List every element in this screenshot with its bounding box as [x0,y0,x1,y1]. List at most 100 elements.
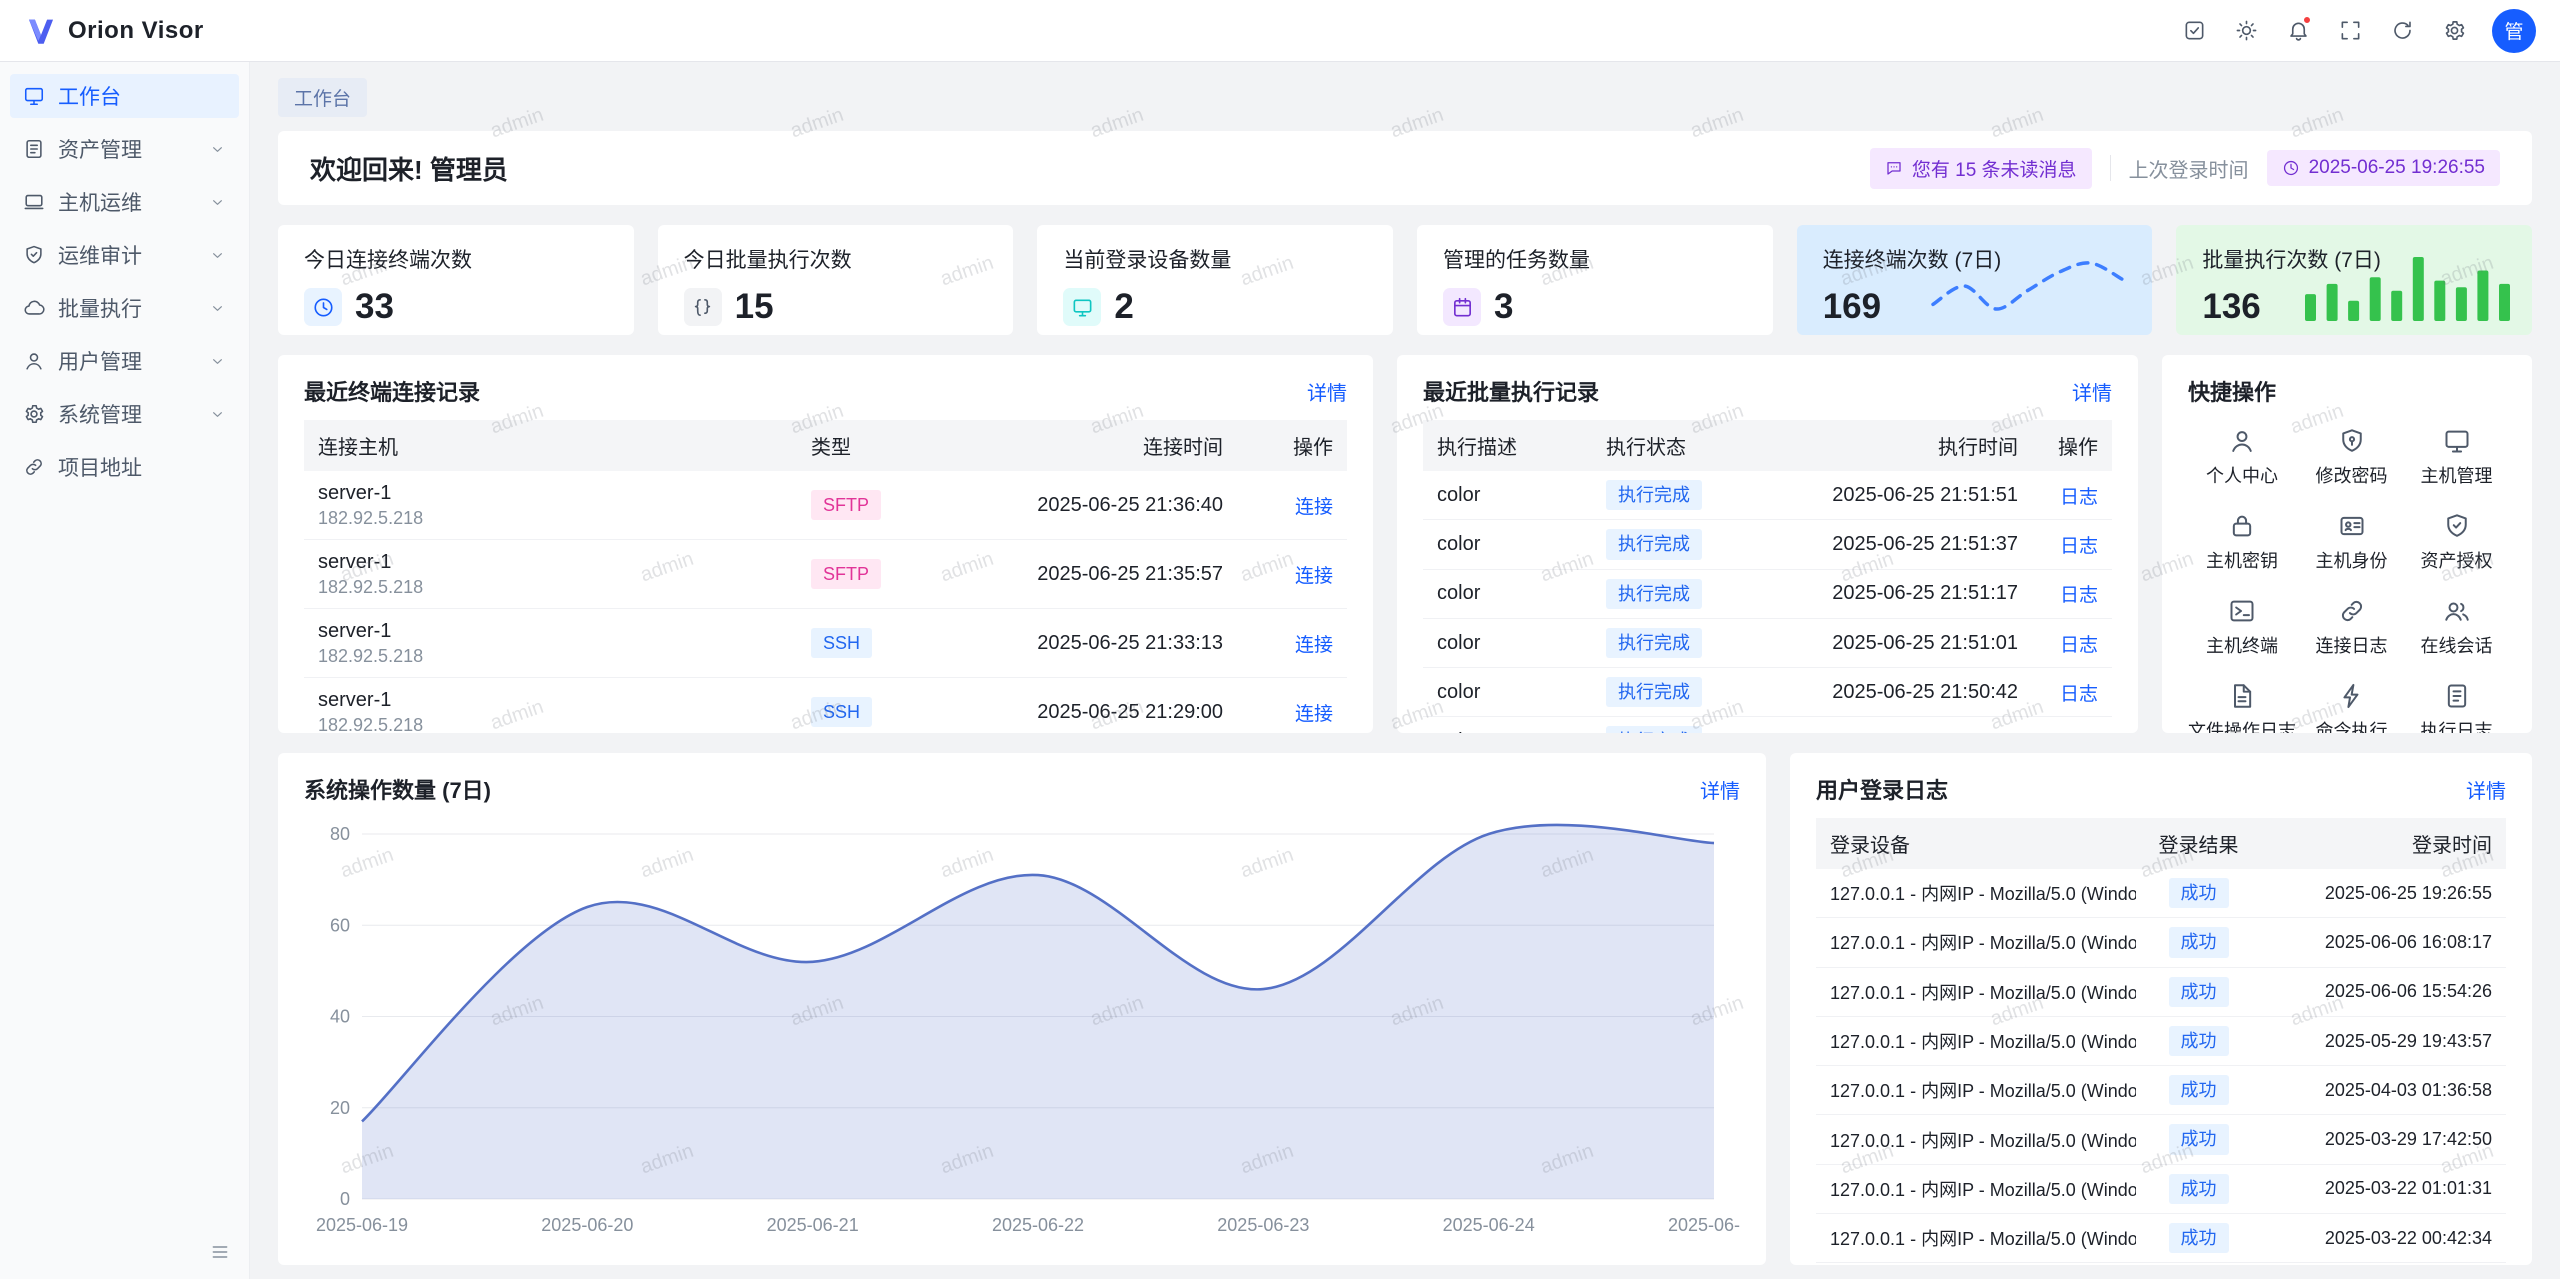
login-logs-card: 用户登录日志 详情 登录设备登录结果登录时间127.0.0.1 - 内网IP -… [1790,753,2532,1265]
login-log-row: 127.0.0.1 - 内网IP - Mozilla/5.0 (Windows … [1816,869,2506,918]
stat-card: 管理的任务数量3 [1417,225,1773,335]
execution-description: color [1423,569,1592,618]
mid-row: 最近终端连接记录 详情 连接主机类型连接时间操作server-1182.92.5… [278,355,2532,733]
login-log-row: 127.0.0.1 - 内网IP - Mozilla/5.0 (Windows … [1816,1263,2506,1265]
users-icon [2443,597,2471,625]
column-header: 执行状态 [1592,420,1752,471]
host-name: server-1 [318,618,783,644]
user-avatar[interactable]: 管 [2492,9,2536,53]
quick-action-file-operation-logs[interactable]: 文件操作日志 [2188,678,2296,733]
connect-link[interactable]: 连接 [1295,497,1333,518]
log-link[interactable]: 日志 [2060,684,2098,705]
fullscreen-icon [2339,19,2362,42]
collapse-sidebar-button[interactable] [205,1237,235,1267]
column-header: 操作 [2032,420,2112,471]
breadcrumb: 工作台 [278,78,2532,117]
card-title: 用户登录日志 [1816,773,1948,805]
quick-action-connection-logs[interactable]: 连接日志 [2302,593,2401,662]
quick-action-host-keys[interactable]: 主机密钥 [2188,508,2296,577]
quick-action-execution-logs[interactable]: 执行日志 [2407,678,2506,733]
sidebar-nav: 工作台资产管理主机运维运维审计批量执行用户管理系统管理项目地址 [0,74,249,489]
person-icon [2228,427,2256,455]
svg-text:40: 40 [330,1007,350,1027]
login-result-tag: 成功 [2169,878,2229,908]
card-title: 快捷操作 [2188,375,2276,407]
bar-sparkline [2305,249,2510,321]
stat-value: 33 [355,287,394,327]
log-link[interactable]: 日志 [2060,487,2098,508]
svg-text:2025-06-24: 2025-06-24 [1443,1215,1535,1235]
batch-detail-link[interactable]: 详情 [2072,377,2112,406]
quick-action-host-management[interactable]: 主机管理 [2407,423,2506,492]
quick-action-host-terminal[interactable]: 主机终端 [2188,593,2296,662]
quick-action-personal-center[interactable]: 个人中心 [2188,423,2296,492]
execution-status-tag: 执行完成 [1606,628,1702,658]
login-result-tag: 成功 [2169,1124,2229,1154]
sidebar-item-host-ops[interactable]: 主机运维 [10,180,239,224]
sidebar-item-batch[interactable]: 批量执行 [10,286,239,330]
login-time: 2025-04-03 01:36:58 [2261,1066,2506,1115]
sidebar-item-label: 批量执行 [58,293,196,323]
login-log-row: 127.0.0.1 - 内网IP - Mozilla/5.0 (Windows … [1816,1016,2506,1065]
column-header: 登录时间 [2261,818,2506,869]
gear-icon [2443,19,2466,42]
device-icon [1071,296,1094,319]
sidebar-item-asset[interactable]: 资产管理 [10,127,239,171]
login-detail-link[interactable]: 详情 [2466,775,2506,804]
log-link[interactable]: 日志 [2060,635,2098,656]
settings-button[interactable] [2432,9,2476,53]
sidebar-item-system[interactable]: 系统管理 [10,392,239,436]
svg-text:2025-06-20: 2025-06-20 [541,1215,633,1235]
app-logo: Orion Visor [24,14,204,48]
login-device: 127.0.0.1 - 内网IP - Mozilla/5.0 (Windows … [1816,1066,2136,1115]
divider [2110,155,2111,181]
refresh-icon [2391,19,2414,42]
sidebar-item-project[interactable]: 项目地址 [10,445,239,489]
sidebar-item-label: 用户管理 [58,346,196,376]
quick-action-change-password[interactable]: 修改密码 [2302,423,2401,492]
unread-messages-badge[interactable]: 您有 15 条未读消息 [1870,148,2092,189]
sidebar-item-user[interactable]: 用户管理 [10,339,239,383]
theme-toggle-button[interactable] [2224,9,2268,53]
terminal-connection-row: server-1182.92.5.218SSH2025-06-25 21:29:… [304,678,1347,734]
quick-action-command-execution[interactable]: 命令执行 [2302,678,2401,733]
system-operations-chart: 0204060802025-06-192025-06-202025-06-212… [304,818,1740,1245]
log-link[interactable]: 日志 [2060,536,2098,557]
link-icon [2338,597,2366,625]
connect-link[interactable]: 连接 [1295,635,1333,656]
refresh-button[interactable] [2380,9,2424,53]
quick-action-asset-authorization[interactable]: 资产授权 [2407,508,2506,577]
login-result-tag: 成功 [2169,927,2229,957]
quick-action-host-identity[interactable]: 主机身份 [2302,508,2401,577]
logo-icon [24,14,58,48]
terminal-detail-link[interactable]: 详情 [1307,377,1347,406]
host-ip: 182.92.5.218 [318,644,783,668]
sidebar-item-label: 资产管理 [58,134,196,164]
stat-value: 169 [1823,287,1881,327]
connect-link[interactable]: 连接 [1295,704,1333,725]
sidebar-item-workbench[interactable]: 工作台 [10,74,239,118]
column-header: 类型 [797,420,937,471]
batch-execution-row: color执行完成2025-06-25 21:51:17日志 [1423,569,2112,618]
key-box-icon [2228,512,2256,540]
sidebar-item-audit[interactable]: 运维审计 [10,233,239,277]
login-time: 2025-03-22 00:42:34 [2261,1214,2506,1263]
batch-executions-table: 执行描述执行状态执行时间操作color执行完成2025-06-25 21:51:… [1423,420,2112,733]
quick-action-online-sessions[interactable]: 在线会话 [2407,593,2506,662]
notifications-button[interactable] [2276,9,2320,53]
chevron-down-icon [209,353,226,370]
column-header: 连接主机 [304,420,797,471]
execution-status-tag: 执行完成 [1606,726,1702,733]
stat-value: 136 [2202,287,2260,327]
log-link[interactable]: 日志 [2060,585,2098,606]
connect-link[interactable]: 连接 [1295,566,1333,587]
system-icon [23,403,45,425]
login-time: 2025-05-29 19:43:57 [2261,1016,2506,1065]
check-square-button[interactable] [2172,9,2216,53]
breadcrumb-item[interactable]: 工作台 [278,78,367,117]
clock-icon [2282,159,2300,177]
login-result-tag: 成功 [2169,1223,2229,1253]
card-title: 最近批量执行记录 [1423,375,1599,407]
chart-detail-link[interactable]: 详情 [1700,775,1740,804]
fullscreen-button[interactable] [2328,9,2372,53]
